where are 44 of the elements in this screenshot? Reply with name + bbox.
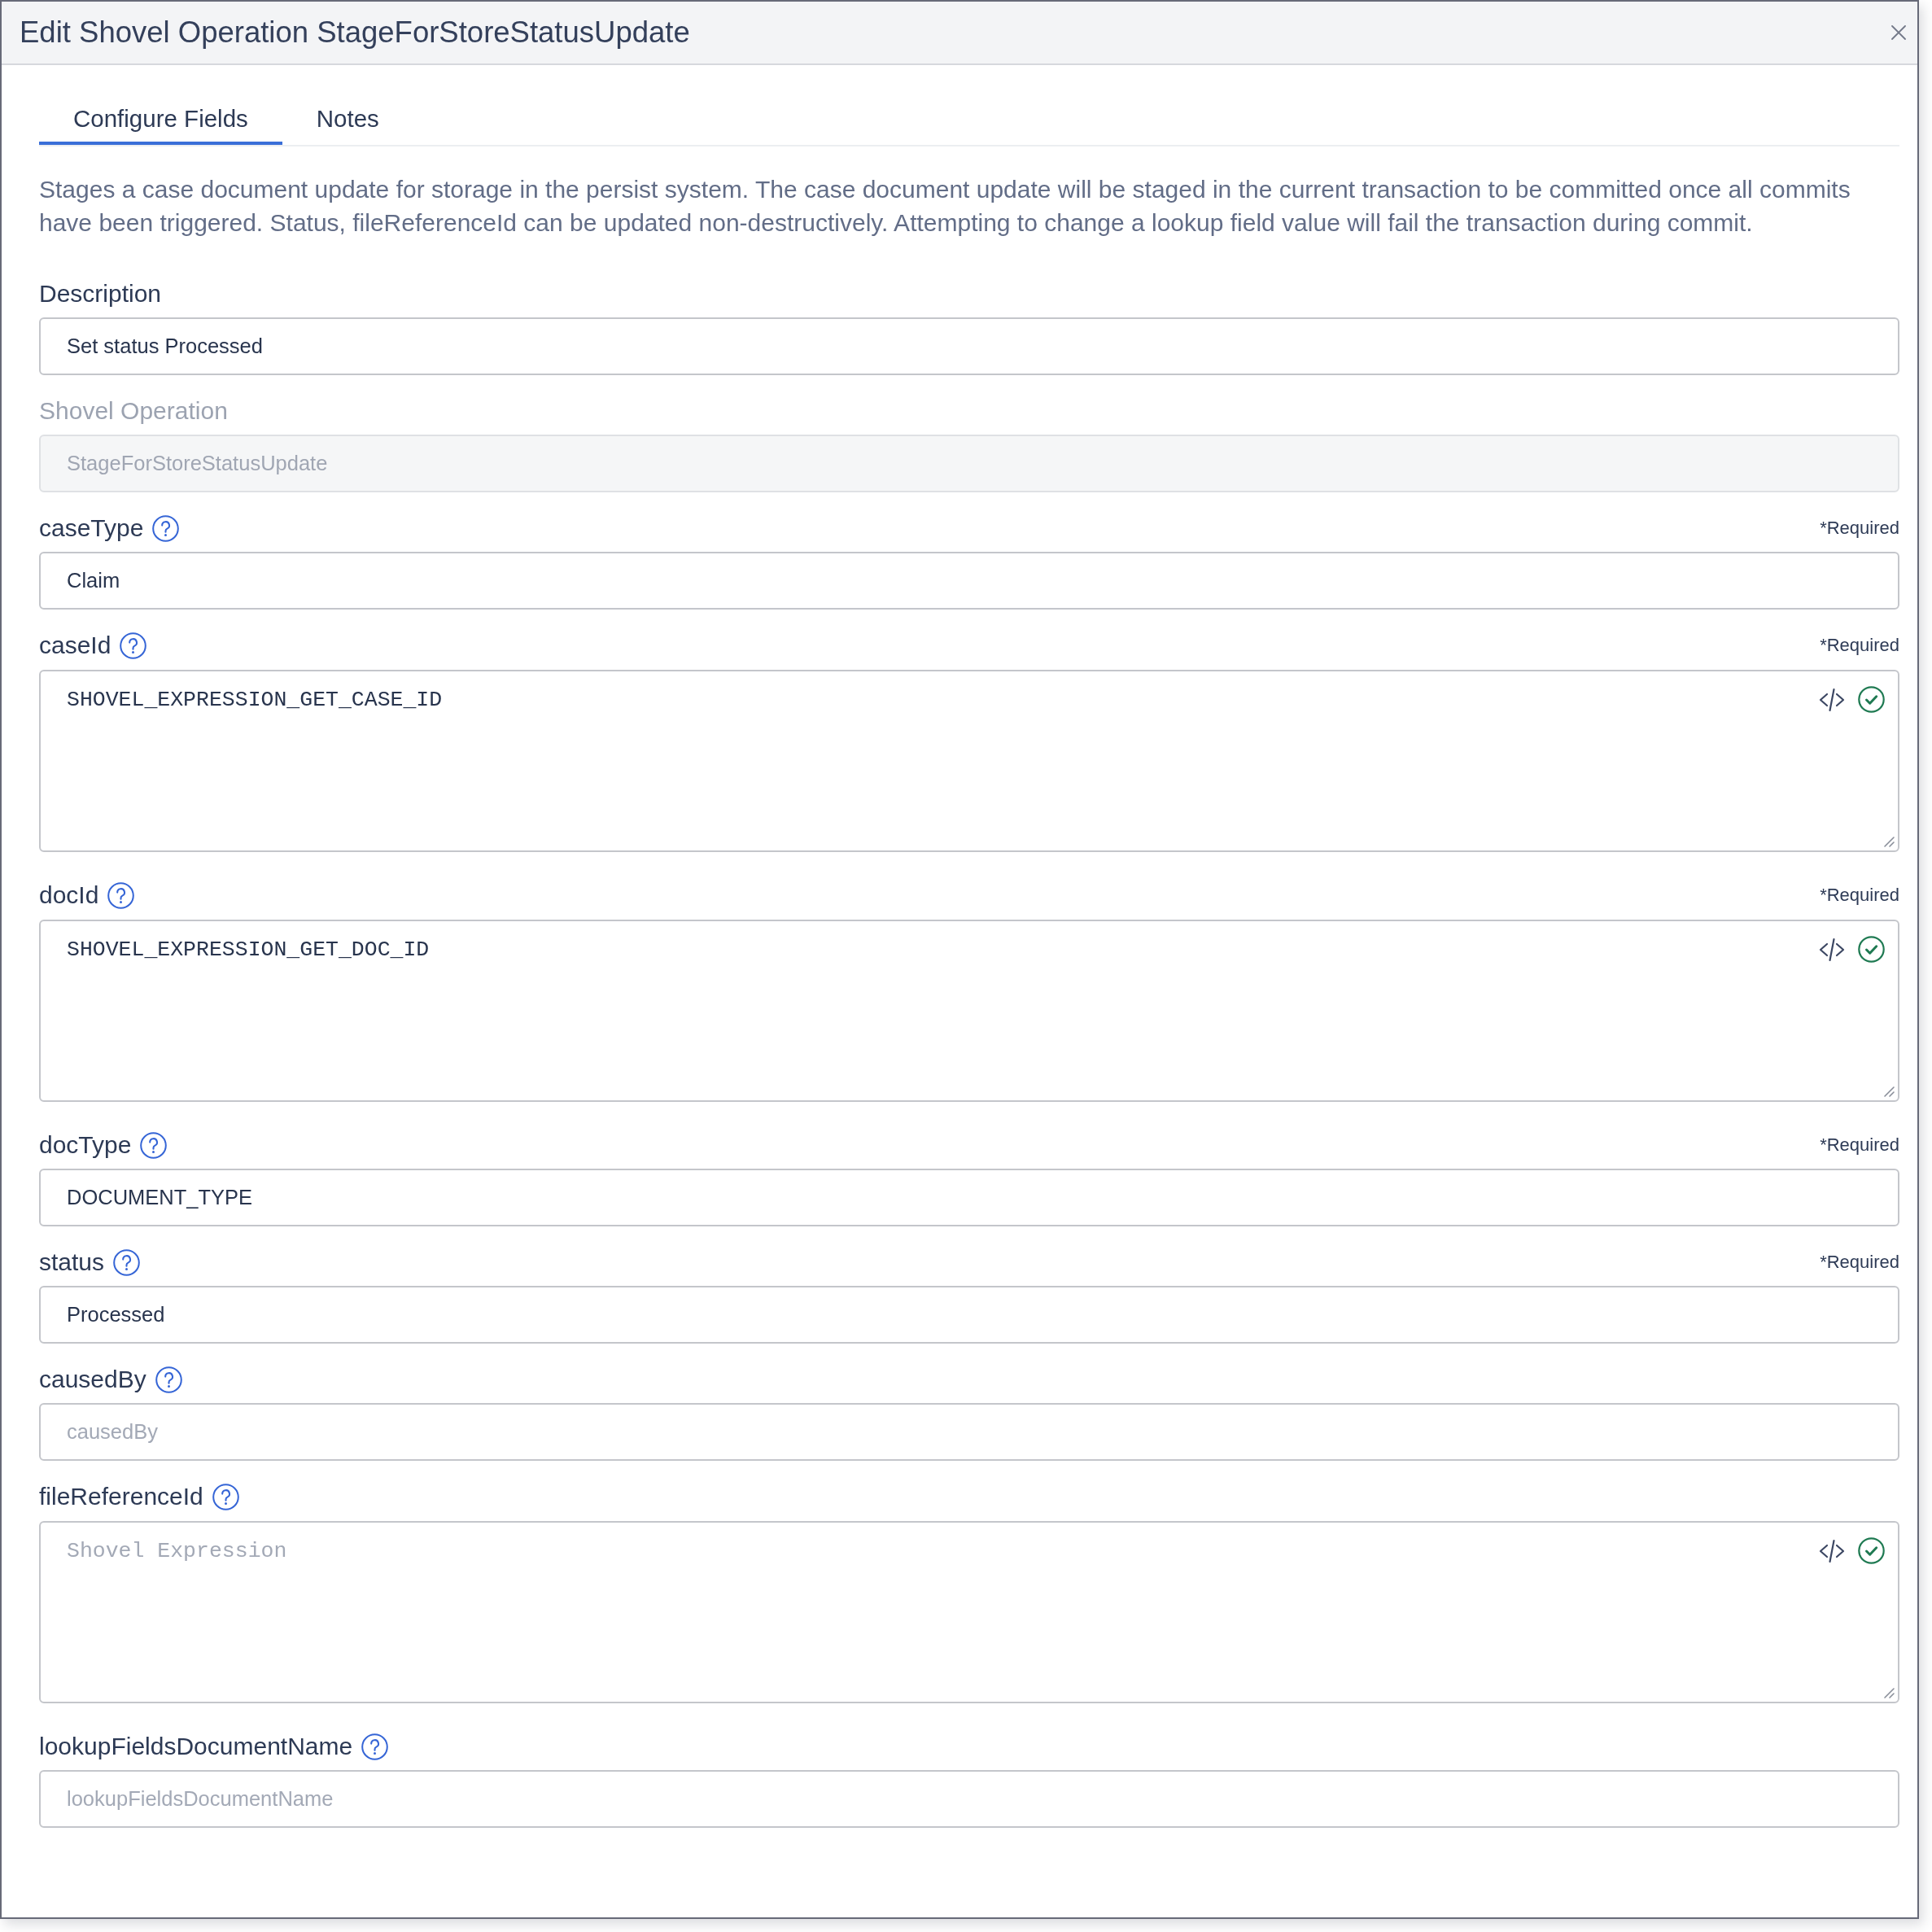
resize-grip-icon[interactable] (1883, 1086, 1895, 1098)
required-note: *Required (1820, 884, 1899, 907)
text-input[interactable]: DOCUMENT_TYPE (39, 1169, 1899, 1226)
help-icon[interactable] (107, 881, 135, 909)
text-input[interactable]: Set status Processed (39, 317, 1899, 375)
expression-field[interactable]: SHOVEL_EXPRESSION_GET_CASE_ID (39, 670, 1899, 852)
field-label: Shovel Operation (39, 396, 228, 426)
field-label: lookupFieldsDocumentName (39, 1732, 353, 1761)
help-icon[interactable] (152, 514, 180, 542)
dialog-title: Edit Shovel Operation StageForStoreStatusUpdate (20, 15, 690, 50)
help-icon[interactable] (120, 632, 147, 659)
help-icon[interactable] (140, 1131, 168, 1159)
text-input[interactable]: lookupFieldsDocumentName (39, 1770, 1899, 1828)
resize-grip-icon[interactable] (1883, 1687, 1895, 1699)
tab[interactable]: Configure Fields (39, 94, 282, 145)
tab[interactable]: Notes (282, 94, 413, 145)
expression-field[interactable]: SHOVEL_EXPRESSION_GET_DOC_ID (39, 920, 1899, 1102)
code-icon[interactable] (1819, 937, 1845, 962)
field-label: status (39, 1248, 105, 1277)
code-icon[interactable] (1819, 1538, 1845, 1563)
help-icon[interactable] (212, 1483, 239, 1510)
field-label: causedBy (39, 1365, 146, 1394)
required-note: *Required (1820, 1134, 1899, 1156)
text-input[interactable]: Claim (39, 552, 1899, 610)
field-label: caseType (39, 514, 144, 543)
text-input[interactable]: Processed (39, 1286, 1899, 1344)
field-label: docId (39, 881, 99, 910)
help-icon[interactable] (361, 1733, 389, 1760)
expression-field[interactable]: Shovel Expression (39, 1521, 1899, 1703)
field-label: fileReferenceId (39, 1482, 203, 1511)
close-button[interactable] (1891, 25, 1906, 40)
description-text: Stages a case document update for storage in the persist system. The case document update will be staged in the current transaction to be committed once all commits have been triggered. Status, fileReferenceId can be updated non-destructively. Attempting to change a lookup field value will fail the transaction during commit. (39, 175, 1851, 238)
required-note: *Required (1820, 634, 1899, 657)
code-icon[interactable] (1819, 687, 1845, 712)
help-icon[interactable] (155, 1366, 182, 1393)
field-label: caseId (39, 631, 111, 660)
field-label: Description (39, 279, 162, 308)
help-icon[interactable] (113, 1248, 141, 1276)
field-label: docType (39, 1130, 132, 1160)
required-note: *Required (1820, 1251, 1899, 1274)
text-input[interactable]: causedBy (39, 1403, 1899, 1461)
resize-grip-icon[interactable] (1883, 836, 1895, 848)
required-note: *Required (1820, 517, 1899, 540)
close-icon (1891, 25, 1906, 40)
